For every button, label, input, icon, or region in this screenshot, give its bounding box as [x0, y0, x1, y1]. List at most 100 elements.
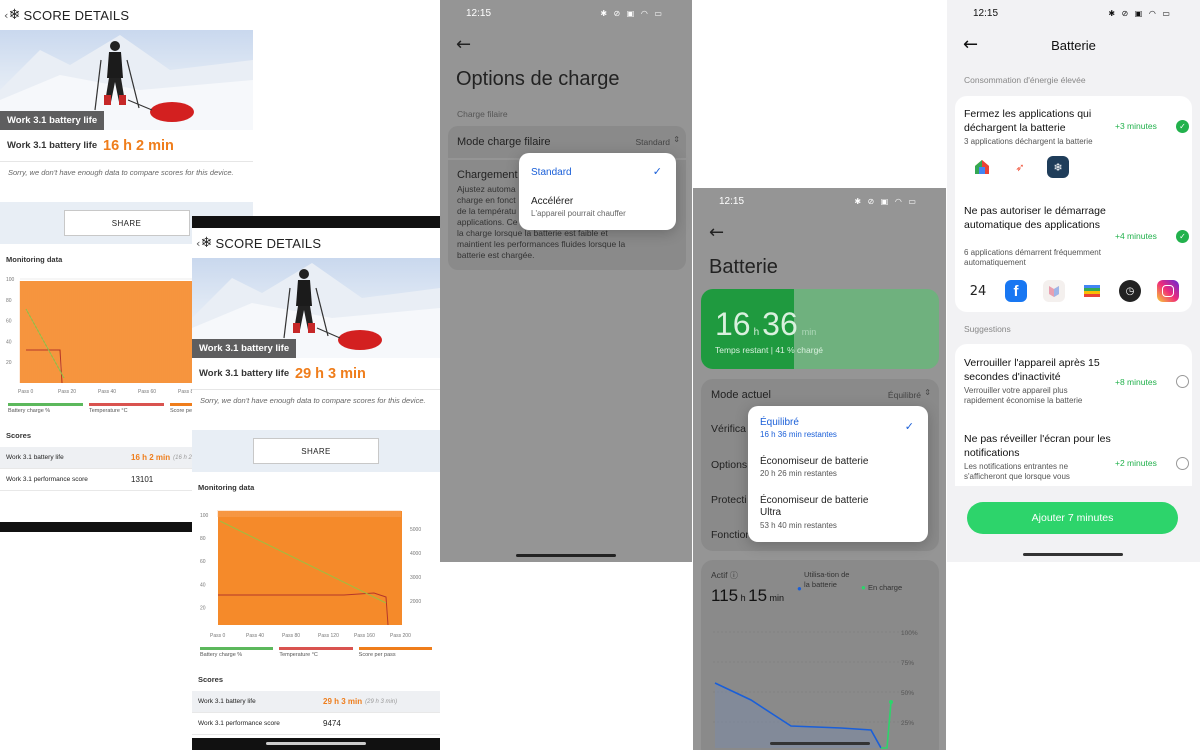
add-minutes-button[interactable]: Ajouter 7 minutes: [967, 502, 1178, 534]
back-arrow-icon[interactable]: ←: [709, 222, 724, 243]
black-bar: [0, 522, 193, 532]
charge-point: [889, 700, 893, 704]
app-icons-row-1: ➶ ❄: [971, 156, 1069, 178]
clock-app-icon: ◷: [1119, 280, 1141, 302]
active-time: 115 h 15 min: [711, 586, 785, 605]
share-button[interactable]: SHARE: [253, 438, 379, 464]
option-ultra-sub: 53 h 40 min restantes: [760, 521, 837, 530]
wired-mode-value: Standard: [635, 137, 671, 147]
option-balanced-sub: 16 h 36 min restantes: [760, 430, 837, 439]
row-options[interactable]: Options: [711, 459, 747, 471]
result-value: 29 h 3 min: [295, 365, 366, 382]
score-row-battery: Work 3.1 battery life 29 h 3 min (29 h 3…: [192, 691, 440, 713]
usage-chart: 100% 75% 50% 25%: [713, 630, 918, 749]
back-arrow-icon[interactable]: ←: [456, 34, 471, 55]
check-icon[interactable]: ✓: [1176, 230, 1189, 243]
sugg-notif-title: Ne pas réveiller l'écran pour les notifi…: [964, 433, 1111, 459]
y-tick-label: 60: [200, 559, 206, 565]
y-tick-label: 50%: [901, 690, 914, 697]
battery-screen: 12:15 ✱ ⊘ ▣ ◠ ▭ ← Batterie 16 h36 min Temp…: [693, 188, 946, 750]
mode-dropdown: Standard ✓ Accélérer L'appareil pourrait…: [519, 153, 676, 230]
y-tick-label: 100: [200, 513, 209, 519]
remaining-time: 16 h36 min: [715, 306, 817, 342]
swift-app-icon: ➶: [1009, 156, 1031, 178]
mode-value: Équilibré: [887, 390, 921, 400]
check-icon: ✓: [904, 420, 914, 433]
clock: 12:15: [466, 7, 492, 19]
y-tick-label: 40: [200, 582, 206, 588]
option-saver[interactable]: Économiseur de batterie: [760, 456, 868, 467]
page-title: Batterie: [1051, 38, 1096, 53]
option-accelerate-sub: L'appareil pourrait chauffer: [531, 209, 626, 218]
x-tick-label: Pass 60: [138, 389, 156, 395]
y2-tick-label: 3000: [410, 575, 421, 581]
legend-charge: ● En charge: [861, 583, 903, 592]
result-row: Work 3.1 battery life 29 h 3 min: [192, 358, 440, 390]
option-standard[interactable]: Standard: [531, 167, 572, 178]
info-icon: ⓘ: [729, 571, 738, 580]
score-header: ‹ ❄ SCORE DETAILS: [192, 228, 440, 258]
hero-image: Work 3.1 battery life: [0, 30, 253, 130]
legend-score: Score per pass: [358, 647, 432, 658]
home-indicator: [770, 742, 870, 745]
result-label: Work 3.1 battery life: [7, 140, 98, 151]
x-tick-label: Pass 0: [210, 633, 226, 639]
radio-button[interactable]: [1176, 457, 1189, 470]
row-verification[interactable]: Vérifica: [711, 423, 746, 435]
charge-options-screen: 12:15 ✱ ⊘ ▣ ◠ ▭ ← Options de charge Char…: [440, 0, 692, 562]
result-label: Work 3.1 battery life: [199, 368, 290, 379]
y-tick-label: 75%: [901, 660, 914, 667]
x-tick-label: Pass 200: [390, 633, 411, 639]
check-icon[interactable]: ✓: [1176, 120, 1189, 133]
item-autostart-desc: 6 applications démarrent fréquemment aut…: [964, 248, 1101, 267]
clock: 12:15: [973, 7, 999, 19]
status-bar: 12:15 ✱ ⊘ ▣ ◠ ▭: [440, 0, 692, 26]
item-close-apps-gain: +3 minutes: [1115, 121, 1157, 131]
page-title: Batterie: [709, 256, 778, 278]
monitoring-title: Monitoring data: [198, 483, 255, 492]
section-label: Charge filaire: [457, 109, 508, 119]
x-tick-label: Pass 120: [318, 633, 339, 639]
status-icons: ✱ ⊘ ▣ ◠ ▭: [600, 8, 664, 18]
remaining-caption: Temps restant | 41 % chargé: [715, 345, 824, 355]
chevron-updown-icon: ⇕: [673, 135, 680, 144]
facebook-icon: f: [1005, 280, 1027, 302]
item-autostart-gain: +4 minutes: [1115, 231, 1157, 241]
section-high-label: Consommation d'énergie élevée: [964, 75, 1086, 85]
status-icons: ✱ ⊘ ▣ ◠ ▭: [854, 196, 918, 206]
option-balanced[interactable]: Équilibré: [760, 417, 799, 428]
sugg-notif-gain: +2 minutes: [1115, 458, 1157, 468]
option-ultra[interactable]: Économiseur de batterie Ultra: [760, 495, 870, 519]
item-close-apps-title: Fermez les applications qui déchargent l…: [964, 108, 1092, 134]
y-tick-label: 20: [200, 605, 206, 611]
x-tick-label: Pass 20: [58, 389, 76, 395]
x-tick-label: Pass 80: [282, 633, 300, 639]
app-icons-row-2: 24 f ◷: [967, 280, 1179, 302]
sugg-notif-desc: Les notifications entrantes ne s'affiche…: [964, 462, 1070, 481]
result-value: 16 h 2 min: [103, 137, 174, 154]
option-accelerate[interactable]: Accélérer: [531, 196, 573, 207]
y-tick-label: 20: [6, 360, 12, 366]
y2-tick-label: 5000: [410, 527, 421, 533]
usage-area: [715, 683, 881, 748]
row-functions[interactable]: Fonction: [711, 529, 751, 541]
x-tick-label: Pass 40: [246, 633, 264, 639]
row-protection[interactable]: Protecti: [711, 494, 747, 506]
wallet-app-icon: [1081, 280, 1103, 302]
suggestions-card: Verrouiller l'appareil après 15 secondes…: [955, 344, 1192, 486]
y2-tick-label: 4000: [410, 551, 421, 557]
wired-mode-label: Mode charge filaire: [457, 136, 551, 148]
no-data-note: Sorry, we don't have enough data to comp…: [8, 168, 234, 177]
item-close-apps-desc: 3 applications déchargent la batterie: [964, 137, 1093, 146]
header-title: SCORE DETAILS: [23, 7, 130, 23]
share-button[interactable]: SHARE: [63, 210, 190, 236]
score-details-screen-b: ‹ ❄ SCORE DETAILS Work 3.1 battery life …: [192, 228, 440, 750]
3dmark-app-icon: ❄: [1047, 156, 1069, 178]
usage-card: Actif ⓘ 115 h 15 min ● Utilisa-tion de l…: [701, 560, 939, 750]
radio-button[interactable]: [1176, 375, 1189, 388]
no-data-note: Sorry, we don't have enough data to comp…: [200, 396, 426, 405]
status-icons: ✱ ⊘ ▣ ◠ ▭: [1108, 8, 1172, 18]
charging-title: Chargement: [457, 169, 518, 181]
home-indicator: [1023, 553, 1123, 556]
status-bar: 12:15 ✱ ⊘ ▣ ◠ ▭: [947, 0, 1200, 26]
